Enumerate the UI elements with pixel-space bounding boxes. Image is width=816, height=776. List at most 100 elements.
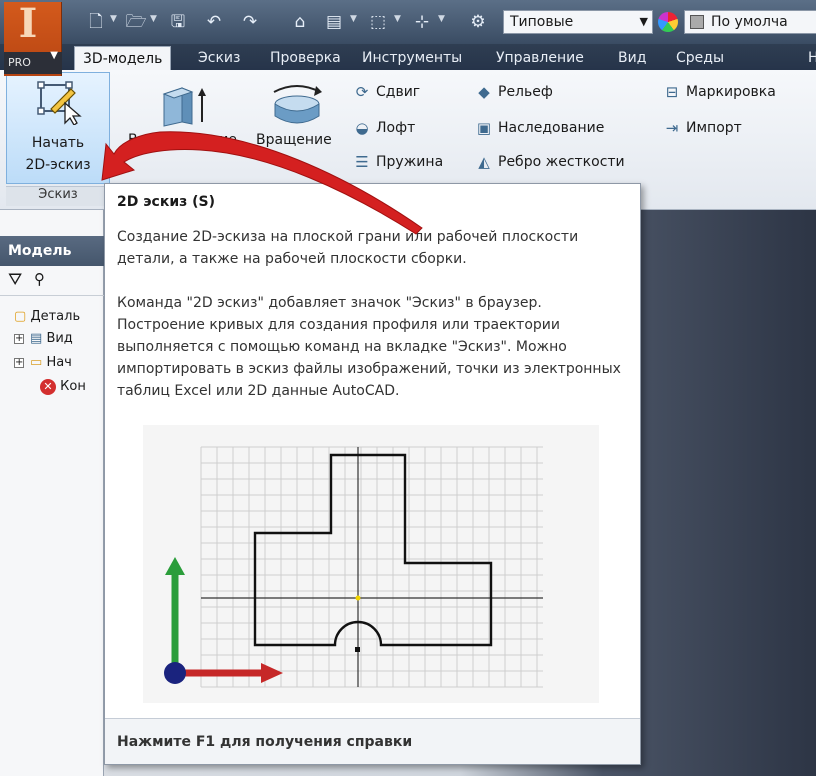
tree-item-end-of-part[interactable]: ✕ Кон (40, 376, 86, 398)
tab-manage[interactable]: Управление (488, 46, 592, 70)
dropdown-arrow-icon[interactable]: ▼ (394, 14, 401, 24)
derive-icon: ▣ (476, 119, 492, 137)
tab-view[interactable]: Вид (610, 46, 654, 70)
find-binoculars-icon[interactable]: ⚲ (34, 270, 45, 288)
save-icon[interactable]: 🖫 (166, 10, 190, 34)
tooltip-help-hint: Нажмите F1 для получения справки (105, 718, 640, 764)
update-icon[interactable]: ▤ (322, 10, 346, 34)
revolve-icon[interactable] (270, 82, 324, 128)
start-sketch-label-line2: 2D-эскиз (25, 157, 91, 173)
mark-icon: ⊟ (665, 83, 679, 101)
coil-label: Пружина (376, 154, 444, 170)
application-menu-button[interactable]: I PRO ▼ (4, 2, 62, 76)
tooltip-details: Команда "2D эскиз" добавляет значок "Эск… (117, 295, 621, 399)
tab-3d-model[interactable]: 3D-модель (74, 46, 172, 70)
home-icon[interactable]: ⌂ (288, 10, 312, 34)
dropdown-arrow-icon[interactable]: ▼ (350, 14, 357, 24)
extrude-button[interactable]: Выдавливание (128, 132, 237, 148)
tree-item-part[interactable]: ▢ Деталь (14, 306, 80, 328)
start-2d-sketch-button[interactable]: Начать 2D-эскиз (6, 72, 110, 184)
tree-item-label: Деталь (30, 309, 81, 324)
loft-button[interactable]: ◒ Лофт (352, 116, 415, 140)
arc-center-point (355, 647, 360, 652)
browser-toolbar: ⛛ ⚲ (0, 266, 104, 296)
browser-title: Модель (0, 236, 104, 266)
origin-point (355, 595, 361, 601)
rib-icon: ◭ (478, 153, 490, 171)
coil-button[interactable]: ☰ Пружина (352, 150, 443, 174)
emboss-icon: ◆ (478, 83, 490, 101)
tab-environments[interactable]: Среды (668, 46, 732, 70)
select-icon[interactable]: ⬚ (366, 10, 390, 34)
material-combo-value: Типовые (510, 14, 574, 30)
extrude-icon[interactable] (160, 82, 208, 128)
tab-inspect[interactable]: Проверка (262, 46, 349, 70)
part-icon: ▢ (14, 309, 27, 324)
chevron-down-icon: ▼ (50, 50, 58, 61)
sketch-panel-label: Эскиз (6, 186, 110, 206)
y-axis-arrowhead (165, 557, 185, 575)
tree-item-view[interactable]: + ▤ Вид (14, 328, 73, 350)
appearance-combo[interactable]: По умолча (684, 10, 816, 34)
mark-label: Маркировка (686, 84, 776, 100)
origin-marker (164, 662, 186, 684)
tree-item-origin[interactable]: + ▭ Нач (14, 352, 72, 374)
loft-icon: ◒ (355, 119, 369, 137)
tooltip-description: Создание 2D-эскиза на плоской грани или … (117, 229, 579, 267)
app-logo-icon: I (18, 0, 38, 47)
ribbon-tab-bar: 3D-модель Эскиз Проверка Инструменты Упр… (0, 44, 816, 70)
appearance-combo-value: По умолча (711, 14, 788, 30)
tab-tools[interactable]: Инструменты (354, 46, 470, 70)
tree-item-label: Нач (46, 355, 72, 370)
import-button[interactable]: ⇥ Импорт (662, 116, 742, 140)
import-icon: ⇥ (665, 119, 679, 137)
dropdown-arrow-icon[interactable]: ▼ (438, 14, 445, 24)
model-browser: Модель ⛛ ⚲ ▢ Деталь + ▤ Вид + ▭ Нач ✕ Ко… (0, 210, 104, 776)
sweep-label: Сдвиг (376, 84, 421, 100)
dropdown-arrow-icon[interactable]: ▼ (150, 14, 157, 24)
emboss-label: Рельеф (498, 84, 553, 100)
x-axis-arrowhead (261, 663, 283, 683)
tooltip-title: 2D эскиз (S) (117, 194, 216, 210)
loft-label: Лофт (376, 120, 416, 136)
settings-gear-icon[interactable]: ⚙ (466, 10, 490, 34)
redo-icon[interactable]: ↷ (238, 10, 262, 34)
appearance-swatch (690, 15, 704, 29)
mark-button[interactable]: ⊟ Маркировка (662, 80, 776, 104)
tab-sketch[interactable]: Эскиз (190, 46, 248, 70)
derive-button[interactable]: ▣ Наследование (474, 116, 604, 140)
expand-icon[interactable]: + (14, 358, 24, 368)
measure-icon[interactable]: ⊹ (410, 10, 434, 34)
quick-access-toolbar: 🗋 ▼ 🗁 ▼ 🖫 ↶ ↷ ⌂ ▤ ▼ ⬚ ▼ ⊹ ▼ ⚙ Типовые ▼ … (0, 0, 816, 44)
view-icon: ▤ (30, 331, 43, 346)
tab-overflow[interactable]: Н (800, 46, 816, 70)
sketch-grid-illustration (164, 446, 543, 688)
dropdown-arrow-icon[interactable]: ▼ (110, 14, 117, 24)
tree-item-label: Вид (46, 331, 73, 346)
emboss-button[interactable]: ◆ Рельеф (474, 80, 553, 104)
command-tooltip: 2D эскиз (S) Создание 2D-эскиза на плоск… (104, 183, 641, 765)
expand-icon[interactable]: + (14, 334, 24, 344)
chevron-down-icon: ▼ (639, 15, 648, 28)
revolve-button[interactable]: Вращение (256, 132, 332, 148)
derive-label: Наследование (498, 120, 605, 136)
appearance-wheel-icon[interactable] (658, 12, 678, 32)
import-label: Импорт (686, 120, 742, 136)
undo-icon[interactable]: ↶ (202, 10, 226, 34)
filter-icon[interactable]: ⛛ (8, 270, 22, 290)
new-file-icon[interactable]: 🗋 (84, 10, 108, 34)
end-of-part-icon: ✕ (40, 378, 56, 395)
sketch-profile (253, 453, 493, 647)
start-sketch-icon (37, 81, 82, 125)
material-combo[interactable]: Типовые ▼ (503, 10, 653, 34)
sweep-button[interactable]: ⟳ Сдвиг (352, 80, 420, 104)
rib-button[interactable]: ◭ Ребро жесткости (474, 150, 625, 174)
rib-label: Ребро жесткости (498, 154, 625, 170)
folder-icon: ▭ (30, 355, 43, 370)
tree-item-label: Кон (60, 379, 86, 394)
coil-icon: ☰ (355, 153, 369, 171)
start-sketch-label-line1: Начать (31, 135, 85, 151)
sketch-illustration (143, 425, 599, 703)
open-folder-icon[interactable]: 🗁 (124, 10, 148, 34)
sweep-icon: ⟳ (355, 83, 369, 101)
